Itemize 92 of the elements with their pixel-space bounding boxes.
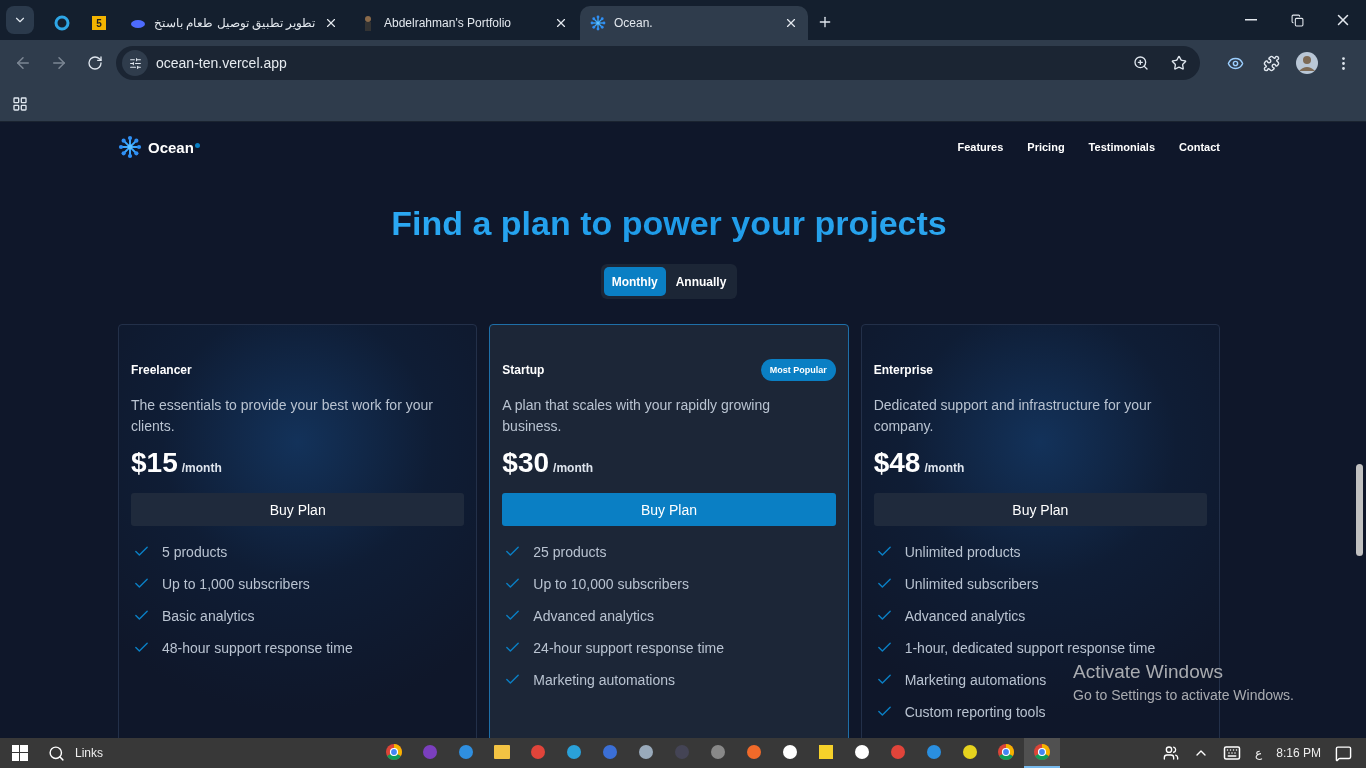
feature-text: Unlimited subscribers xyxy=(904,575,1039,592)
browser-tab[interactable]: 5 xyxy=(82,6,118,40)
activation-title: Activate Windows xyxy=(1073,661,1224,683)
forward-arrow-icon xyxy=(50,54,68,72)
app-icon xyxy=(458,744,474,760)
toolbar-label[interactable]: Links xyxy=(75,746,103,760)
nav-link[interactable]: Testimonials xyxy=(1088,141,1156,153)
feature-text: Basic analytics xyxy=(162,607,255,624)
app-icon xyxy=(890,744,906,760)
browser-icon xyxy=(386,744,402,760)
browser-tab[interactable]: تطوير تطبيق توصيل طعام باستخ xyxy=(120,6,348,40)
browser-icon xyxy=(1034,744,1050,760)
app-icon xyxy=(530,744,546,760)
restore-icon xyxy=(1290,13,1304,27)
url-text: ocean-ten.vercel.app xyxy=(156,55,288,71)
plan-price: $15 xyxy=(131,447,178,479)
notifications-icon[interactable] xyxy=(1335,744,1352,762)
feature-text: Custom reporting tools xyxy=(904,703,1046,720)
folder-icon xyxy=(494,745,510,759)
buy-plan-button[interactable]: Buy Plan xyxy=(131,493,465,526)
app-icon xyxy=(926,744,942,760)
plan-name: Enterprise xyxy=(873,363,933,377)
app-icon xyxy=(602,744,618,760)
app-icon xyxy=(710,744,726,760)
snowflake-icon xyxy=(118,135,142,159)
buy-plan-button[interactable]: Buy Plan xyxy=(873,493,1207,526)
app-icon xyxy=(674,744,690,760)
plan-description: The essentials to provide your best work for your clients. xyxy=(131,396,434,436)
feature-text: Unlimited products xyxy=(904,543,1021,560)
app-icon xyxy=(638,744,654,760)
browser-tab[interactable]: Abdelrahman's Portfolio xyxy=(350,6,578,40)
windows-logo-icon xyxy=(12,745,28,761)
apps-grid-icon[interactable] xyxy=(12,95,28,112)
price-period: /month xyxy=(924,461,965,475)
browser-icon xyxy=(998,744,1014,760)
tab-favicon: 5 xyxy=(92,16,106,30)
feature-text: Advanced analytics xyxy=(533,607,654,624)
address-bar[interactable]: ocean-ten.vercel.app xyxy=(116,46,1200,80)
price-period: /month xyxy=(181,461,222,475)
feature-text: 1-hour, dedicated support response time xyxy=(904,639,1156,656)
plan-description: Dedicated support and infrastructure for your company. xyxy=(873,396,1153,436)
app-icon xyxy=(962,744,978,760)
nav-link[interactable]: Contact xyxy=(1179,141,1220,153)
close-icon[interactable] xyxy=(324,16,338,30)
feature-text: Up to 1,000 subscribers xyxy=(162,575,310,592)
close-icon[interactable] xyxy=(784,16,798,30)
plus-icon xyxy=(817,14,833,30)
feature-text: 24-hour support response time xyxy=(533,639,724,656)
plan-name: Freelancer xyxy=(131,363,192,377)
billing-option[interactable]: Annually xyxy=(667,267,735,296)
search-icon[interactable] xyxy=(48,744,65,762)
sliders-icon xyxy=(128,56,142,70)
activation-message: Go to Settings to activate Windows. xyxy=(1073,687,1294,703)
close-icon[interactable] xyxy=(554,16,568,30)
logo-dot xyxy=(194,143,200,148)
site-settings-button[interactable] xyxy=(122,50,148,76)
plan-price: $48 xyxy=(873,447,921,479)
feature-text: Marketing automations xyxy=(904,671,1047,688)
people-icon[interactable] xyxy=(1163,745,1180,761)
scrollbar-thumb[interactable] xyxy=(1356,464,1363,556)
snowflake-icon xyxy=(590,15,606,31)
taskbar-app[interactable] xyxy=(1024,738,1060,768)
tab-search-button[interactable] xyxy=(6,6,34,34)
price-period: /month xyxy=(553,461,594,475)
billing-option[interactable]: Monthly xyxy=(603,267,666,296)
feature-text: 25 products xyxy=(533,543,607,560)
feature-text: Marketing automations xyxy=(533,671,675,688)
app-icon xyxy=(782,744,798,760)
feature-text: Advanced analytics xyxy=(904,607,1026,624)
language-indicator[interactable]: ع xyxy=(1255,746,1263,760)
clock-time[interactable]: 8:16 PM xyxy=(1276,746,1321,760)
reload-icon xyxy=(87,55,103,71)
browser-tab[interactable]: Ocean. xyxy=(580,6,808,40)
feature-text: 48-hour support response time xyxy=(162,639,353,656)
app-icon xyxy=(422,744,438,760)
nav-link[interactable]: Pricing xyxy=(1027,141,1065,153)
app-icon xyxy=(746,744,762,760)
app-icon xyxy=(566,744,582,760)
feature-text: 5 products xyxy=(162,543,228,560)
note-icon xyxy=(819,745,833,759)
app-icon xyxy=(854,744,870,760)
plan-name: Startup xyxy=(502,363,545,377)
ring-icon xyxy=(54,15,70,31)
feature-text: Up to 10,000 subscribers xyxy=(533,575,689,592)
plan-description: A plan that scales with your rapidly growing business. xyxy=(502,396,772,436)
popular-badge: Most Popular xyxy=(760,359,836,381)
buy-plan-button[interactable]: Buy Plan xyxy=(502,493,836,526)
keyboard-icon[interactable] xyxy=(1223,744,1242,762)
nav-link[interactable]: Features xyxy=(957,141,1004,153)
plan-price: $30 xyxy=(502,447,550,479)
minimize-icon xyxy=(1245,19,1257,21)
logo-text[interactable]: Ocean xyxy=(148,138,194,156)
